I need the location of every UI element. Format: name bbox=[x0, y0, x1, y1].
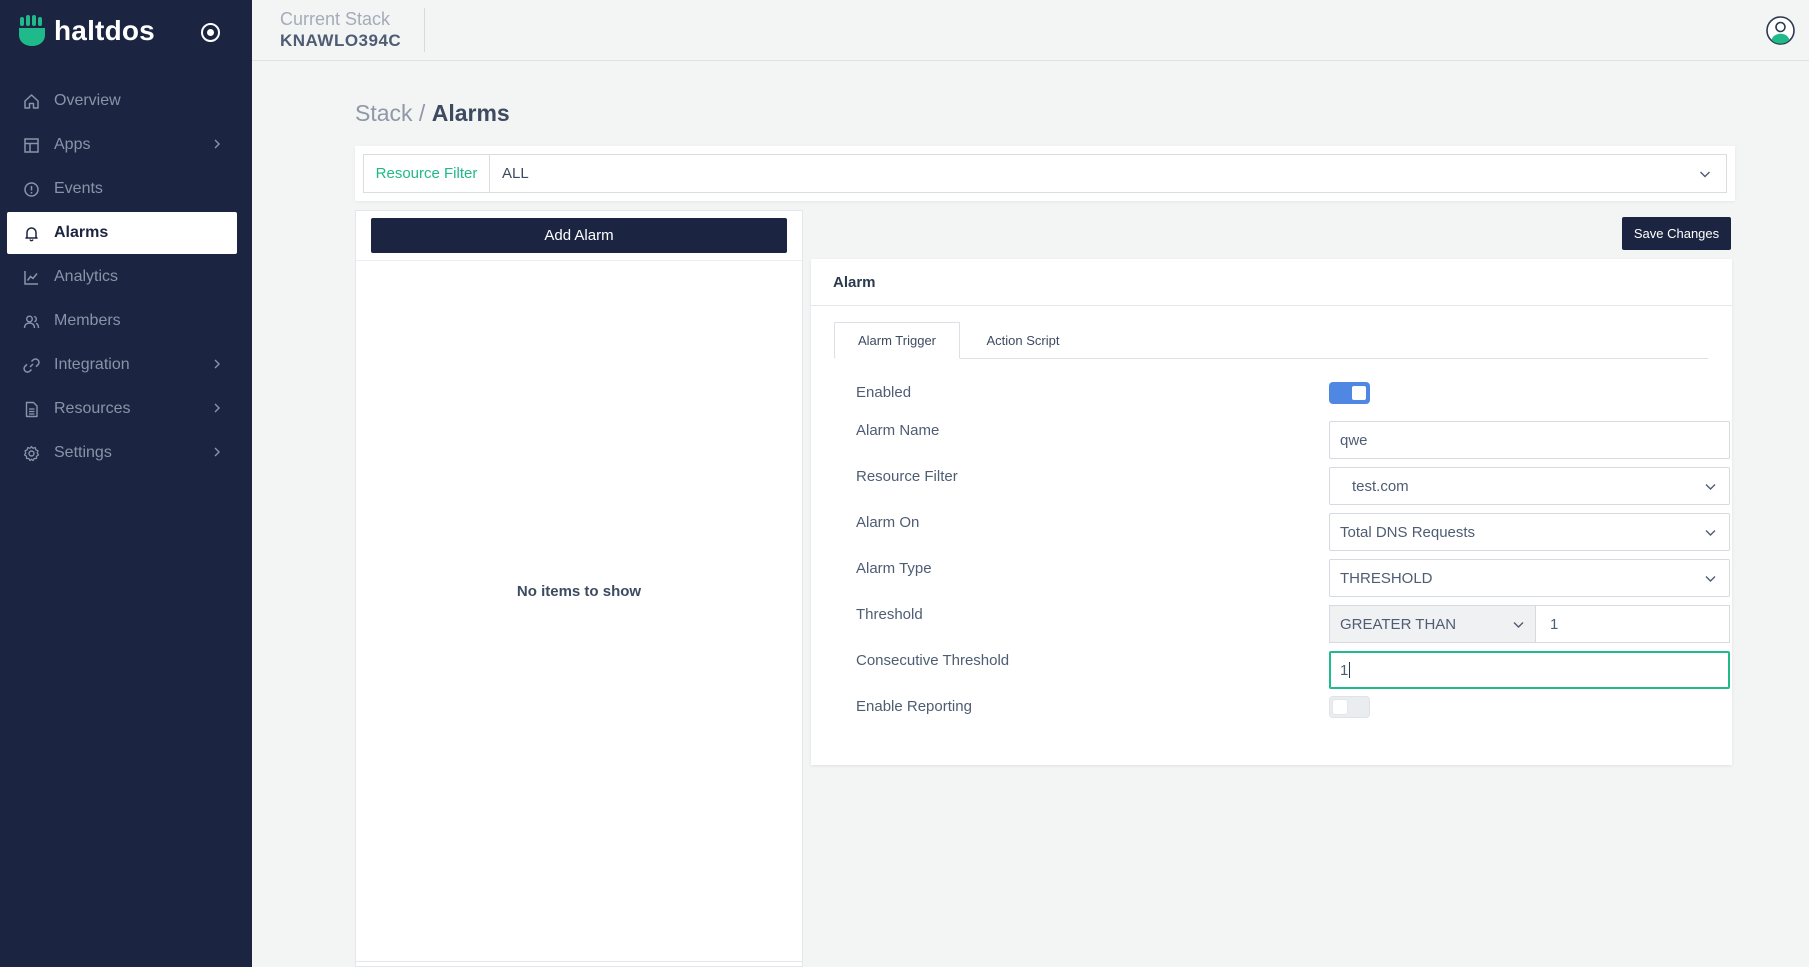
sidebar-item-integration[interactable]: Integration bbox=[7, 344, 237, 386]
brand-name: haltdos bbox=[54, 15, 155, 46]
link-icon bbox=[23, 357, 40, 373]
sidebar-item-label: Resources bbox=[54, 400, 131, 417]
add-alarm-button[interactable]: Add Alarm bbox=[371, 218, 787, 253]
home-icon bbox=[24, 93, 39, 109]
toggle-knob bbox=[1352, 386, 1366, 400]
enabled-label: Enabled bbox=[856, 384, 912, 401]
current-stack-value[interactable]: KNAWLO394C bbox=[280, 31, 401, 51]
topbar: Current Stack KNAWLO394C bbox=[252, 0, 1809, 61]
sidebar-item-analytics[interactable]: Analytics bbox=[7, 256, 237, 298]
layout-icon bbox=[24, 137, 39, 153]
sidebar-item-label: Events bbox=[54, 180, 103, 197]
sidebar-item-overview[interactable]: Overview bbox=[7, 80, 237, 122]
consecutive-threshold-value: 1 bbox=[1340, 661, 1349, 679]
alarm-on-select[interactable]: Total DNS Requests bbox=[1329, 513, 1730, 551]
alarm-on-value: Total DNS Requests bbox=[1340, 523, 1476, 541]
breadcrumb-parent[interactable]: Stack bbox=[355, 100, 413, 126]
tab-alarm-trigger[interactable]: Alarm Trigger bbox=[834, 322, 960, 359]
list-footer-divider bbox=[356, 961, 802, 962]
sidebar-item-settings[interactable]: Settings bbox=[7, 432, 237, 474]
user-avatar-icon[interactable] bbox=[1766, 16, 1795, 45]
alarm-list-panel: Add Alarm No items to show bbox=[355, 210, 803, 967]
sidebar-item-label: Apps bbox=[54, 136, 91, 153]
save-changes-button[interactable]: Save Changes bbox=[1622, 217, 1731, 250]
chevron-right-icon bbox=[214, 139, 220, 149]
chevron-right-icon bbox=[214, 403, 220, 413]
haltdos-logo-icon bbox=[19, 15, 45, 46]
toggle-knob bbox=[1333, 700, 1347, 714]
threshold-value: 1 bbox=[1550, 615, 1559, 633]
alarm-on-label: Alarm On bbox=[856, 514, 920, 531]
gear-icon bbox=[23, 445, 40, 461]
alarm-card-title: Alarm bbox=[811, 259, 1732, 306]
sidebar-item-label: Overview bbox=[54, 92, 121, 109]
sidebar-item-label: Analytics bbox=[54, 268, 119, 285]
sidebar: haltdos Overview Apps Events Alarms Anal… bbox=[0, 0, 252, 967]
current-stack-label: Current Stack bbox=[280, 9, 391, 29]
sidebar-item-resources[interactable]: Resources bbox=[7, 388, 237, 430]
chevron-right-icon bbox=[214, 447, 220, 457]
bell-icon bbox=[25, 226, 38, 241]
breadcrumb-current: Alarms bbox=[431, 100, 510, 126]
breadcrumb-separator: / bbox=[418, 100, 426, 126]
tab-action-script[interactable]: Action Script bbox=[960, 322, 1086, 359]
sidebar-nav: Overview Apps Events Alarms Analytics Me… bbox=[7, 80, 237, 476]
resource-filter-value: ALL bbox=[502, 165, 529, 182]
sidebar-item-label: Settings bbox=[54, 444, 112, 461]
sidebar-item-members[interactable]: Members bbox=[7, 300, 237, 342]
sidebar-item-label: Alarms bbox=[54, 224, 109, 241]
header-divider bbox=[424, 8, 425, 52]
chevron-down-icon bbox=[1705, 530, 1716, 536]
chevron-right-icon bbox=[214, 359, 220, 369]
resource-filter-field-label: Resource Filter bbox=[856, 468, 958, 485]
alarm-card: Alarm Alarm Trigger Action Script Enable… bbox=[811, 259, 1732, 765]
alarm-type-select[interactable]: THRESHOLD bbox=[1329, 559, 1730, 597]
consecutive-threshold-input[interactable]: 1 bbox=[1329, 651, 1730, 689]
resource-filter-label: Resource Filter bbox=[364, 155, 490, 192]
chevron-down-icon bbox=[1513, 622, 1524, 628]
resource-filter-panel: Resource Filter ALL bbox=[355, 146, 1735, 201]
threshold-operator-select[interactable]: GREATER THAN bbox=[1329, 605, 1536, 643]
threshold-label: Threshold bbox=[856, 606, 923, 623]
chevron-down-icon bbox=[1705, 484, 1716, 490]
alarm-name-label: Alarm Name bbox=[856, 422, 940, 439]
enabled-toggle[interactable] bbox=[1329, 382, 1370, 404]
brand[interactable]: haltdos bbox=[18, 14, 155, 48]
target-icon[interactable] bbox=[200, 22, 221, 43]
line-chart-icon bbox=[24, 270, 38, 285]
resource-filter-field-select[interactable]: test.com bbox=[1329, 467, 1730, 505]
threshold-value-input[interactable]: 1 bbox=[1536, 605, 1730, 643]
sidebar-item-alarms[interactable]: Alarms bbox=[7, 212, 237, 254]
sidebar-item-apps[interactable]: Apps bbox=[7, 124, 237, 166]
enable-reporting-label: Enable Reporting bbox=[856, 698, 972, 715]
text-caret bbox=[1349, 662, 1351, 678]
sidebar-item-label: Members bbox=[54, 312, 121, 329]
enable-reporting-toggle[interactable] bbox=[1329, 696, 1370, 718]
resource-filter-group: Resource Filter ALL bbox=[363, 154, 1727, 193]
consecutive-threshold-label: Consecutive Threshold bbox=[856, 652, 1010, 669]
resource-filter-field-value: test.com bbox=[1352, 477, 1409, 495]
threshold-operator-value: GREATER THAN bbox=[1340, 615, 1457, 633]
empty-state-text: No items to show bbox=[516, 583, 642, 600]
info-circle-icon bbox=[24, 181, 39, 197]
chevron-down-icon bbox=[1705, 576, 1716, 582]
alarm-name-input[interactable]: qwe bbox=[1329, 421, 1730, 459]
list-divider bbox=[356, 260, 802, 261]
breadcrumb: Stack / Alarms bbox=[355, 100, 510, 127]
users-icon bbox=[23, 315, 40, 328]
file-icon bbox=[25, 401, 38, 417]
resource-filter-select[interactable]: ALL bbox=[490, 155, 1726, 192]
alarm-type-label: Alarm Type bbox=[856, 560, 932, 577]
chevron-down-icon bbox=[1700, 171, 1710, 178]
alarm-name-value: qwe bbox=[1340, 431, 1368, 449]
sidebar-item-label: Integration bbox=[54, 356, 130, 373]
alarm-tabs: Alarm Trigger Action Script bbox=[834, 322, 1708, 359]
sidebar-item-events[interactable]: Events bbox=[7, 168, 237, 210]
alarm-type-value: THRESHOLD bbox=[1340, 569, 1433, 587]
